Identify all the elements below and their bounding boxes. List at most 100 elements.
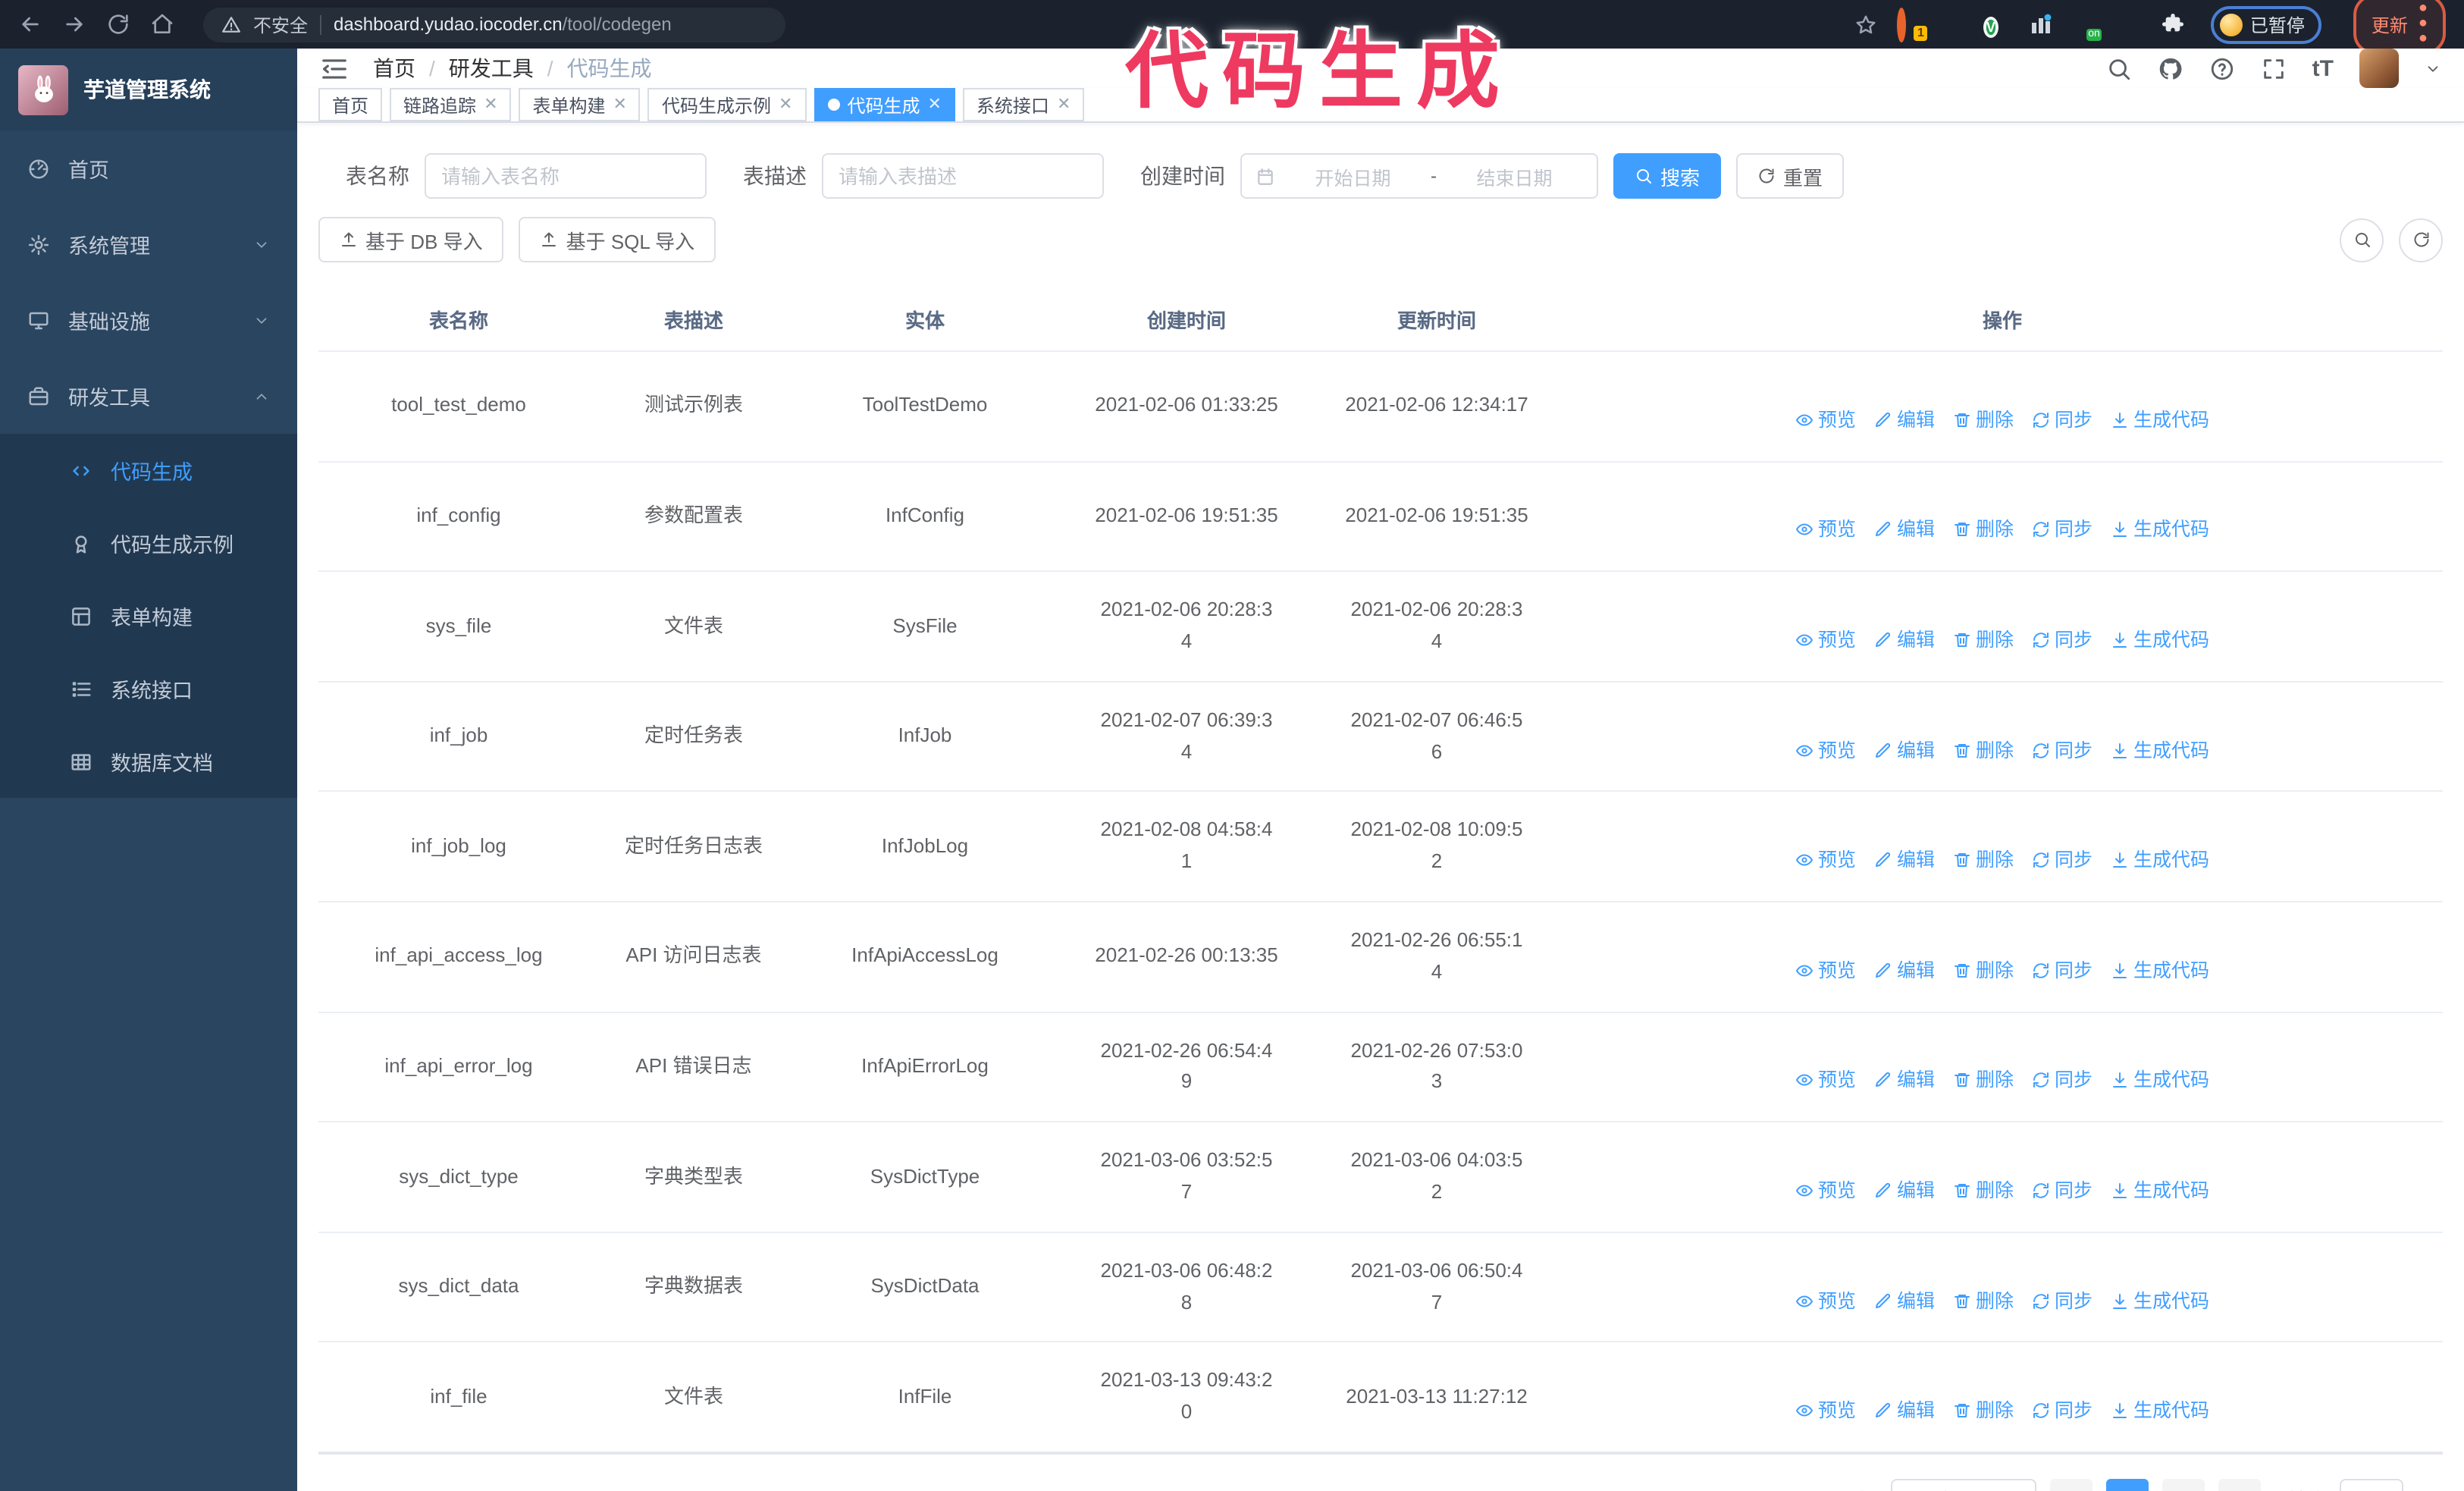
search-button[interactable]: 搜索: [1613, 153, 1722, 199]
table-name-input[interactable]: [425, 153, 707, 199]
generate-code-link[interactable]: 生成代码: [2111, 515, 2209, 545]
edit-link[interactable]: 编辑: [1874, 1285, 1935, 1316]
goto-page-input[interactable]: [2339, 1478, 2403, 1491]
sidebar-collapse-icon[interactable]: [320, 54, 349, 83]
extension-stats-icon[interactable]: [2029, 12, 2053, 36]
extension-green-icon[interactable]: [2117, 12, 2141, 36]
reload-icon[interactable]: [106, 12, 130, 36]
delete-link[interactable]: 删除: [1953, 515, 2014, 545]
delete-link[interactable]: 删除: [1953, 735, 2014, 765]
delete-link[interactable]: 删除: [1953, 625, 2014, 655]
sync-link[interactable]: 同步: [2032, 515, 2093, 545]
sync-link[interactable]: 同步: [2032, 735, 2093, 765]
edit-link[interactable]: 编辑: [1874, 405, 1935, 435]
generate-code-link[interactable]: 生成代码: [2111, 1395, 2209, 1426]
profile-paused-pill[interactable]: 已暂停: [2210, 5, 2321, 43]
extension-gem-icon[interactable]: [1941, 12, 1965, 36]
close-icon[interactable]: ✕: [484, 96, 497, 113]
sidebar-item-db-doc[interactable]: 数据库文档: [0, 725, 297, 798]
table-desc-input[interactable]: [822, 153, 1104, 199]
close-icon[interactable]: ✕: [1057, 96, 1071, 113]
sync-link[interactable]: 同步: [2032, 1066, 2093, 1096]
edit-link[interactable]: 编辑: [1874, 735, 1935, 765]
preview-link[interactable]: 预览: [1795, 735, 1856, 765]
edit-link[interactable]: 编辑: [1874, 845, 1935, 875]
sync-link[interactable]: 同步: [2032, 1285, 2093, 1316]
github-icon[interactable]: [2158, 55, 2183, 81]
preview-link[interactable]: 预览: [1795, 956, 1856, 986]
delete-link[interactable]: 删除: [1953, 1066, 2014, 1096]
delete-link[interactable]: 删除: [1953, 1285, 2014, 1316]
extension-check-icon[interactable]: V: [1985, 12, 2009, 36]
forward-icon[interactable]: [62, 12, 86, 36]
sidebar-item-system-api[interactable]: 系统接口: [0, 652, 297, 725]
preview-link[interactable]: 预览: [1795, 1176, 1856, 1206]
preview-link[interactable]: 预览: [1795, 1066, 1856, 1096]
sync-link[interactable]: 同步: [2032, 405, 2093, 435]
user-avatar[interactable]: [2359, 49, 2399, 88]
reset-button[interactable]: 重置: [1736, 153, 1845, 199]
sidebar-item-form-builder[interactable]: 表单构建: [0, 579, 297, 652]
tab-home[interactable]: 首页: [318, 88, 383, 121]
preview-link[interactable]: 预览: [1795, 625, 1856, 655]
generate-code-link[interactable]: 生成代码: [2111, 1066, 2209, 1096]
edit-link[interactable]: 编辑: [1874, 625, 1935, 655]
delete-link[interactable]: 删除: [1953, 1395, 2014, 1426]
bookmark-star-icon[interactable]: [1854, 13, 1877, 36]
sidebar-item-devtools[interactable]: 研发工具: [0, 358, 297, 434]
help-icon[interactable]: [2209, 55, 2235, 81]
generate-code-link[interactable]: 生成代码: [2111, 735, 2209, 765]
sync-link[interactable]: 同步: [2032, 845, 2093, 875]
sync-link[interactable]: 同步: [2032, 1176, 2093, 1206]
caret-down-icon[interactable]: [2425, 60, 2441, 77]
sidebar-item-codegen-demo[interactable]: 代码生成示例: [0, 507, 297, 579]
preview-link[interactable]: 预览: [1795, 1395, 1856, 1426]
edit-link[interactable]: 编辑: [1874, 1395, 1935, 1426]
close-icon[interactable]: ✕: [779, 96, 792, 113]
tab-codegen-demo[interactable]: 代码生成示例 ✕: [647, 88, 807, 121]
sidebar-item-system[interactable]: 系统管理: [0, 206, 297, 282]
generate-code-link[interactable]: 生成代码: [2111, 405, 2209, 435]
home-icon[interactable]: [150, 12, 174, 36]
browser-update-button[interactable]: 更新 ● ● ●: [2353, 0, 2446, 55]
generate-code-link[interactable]: 生成代码: [2111, 1176, 2209, 1206]
extension-colorful-icon[interactable]: 1: [1896, 8, 1927, 42]
delete-link[interactable]: 删除: [1953, 956, 2014, 986]
toggle-search-button[interactable]: [2340, 218, 2384, 262]
text-size-control[interactable]: tT: [2312, 55, 2334, 81]
sidebar-logo[interactable]: 芋道管理系统: [0, 49, 297, 130]
sync-link[interactable]: 同步: [2032, 956, 2093, 986]
sidebar-item-home[interactable]: 首页: [0, 130, 297, 206]
sync-link[interactable]: 同步: [2032, 1395, 2093, 1426]
edit-link[interactable]: 编辑: [1874, 956, 1935, 986]
delete-link[interactable]: 删除: [1953, 845, 2014, 875]
generate-code-link[interactable]: 生成代码: [2111, 1285, 2209, 1316]
preview-link[interactable]: 预览: [1795, 515, 1856, 545]
generate-code-link[interactable]: 生成代码: [2111, 956, 2209, 986]
sidebar-item-codegen[interactable]: 代码生成: [0, 434, 297, 507]
delete-link[interactable]: 删除: [1953, 405, 2014, 435]
address-bar[interactable]: 不安全 dashboard.yudao.iocoder.cn/tool/code…: [203, 7, 785, 42]
edit-link[interactable]: 编辑: [1874, 1176, 1935, 1206]
preview-link[interactable]: 预览: [1795, 1285, 1856, 1316]
import-sql-button[interactable]: 基于 SQL 导入: [519, 217, 716, 262]
tab-system-api[interactable]: 系统接口 ✕: [962, 88, 1085, 121]
generate-code-link[interactable]: 生成代码: [2111, 625, 2209, 655]
fullscreen-icon[interactable]: [2261, 55, 2287, 81]
close-icon[interactable]: ✕: [927, 96, 941, 113]
extensions-puzzle-icon[interactable]: [2161, 12, 2185, 36]
edit-link[interactable]: 编辑: [1874, 515, 1935, 545]
page-size-select[interactable]: 10条/页: [1890, 1478, 2036, 1491]
page-2-button[interactable]: 2: [2161, 1478, 2205, 1491]
tab-trace[interactable]: 链路追踪 ✕: [390, 88, 512, 121]
preview-link[interactable]: 预览: [1795, 405, 1856, 435]
preview-link[interactable]: 预览: [1795, 845, 1856, 875]
refresh-table-button[interactable]: [2399, 218, 2443, 262]
close-icon[interactable]: ✕: [613, 96, 627, 113]
page-1-button[interactable]: 1: [2105, 1478, 2149, 1491]
edit-link[interactable]: 编辑: [1874, 1066, 1935, 1096]
import-db-button[interactable]: 基于 DB 导入: [318, 217, 504, 262]
search-icon[interactable]: [2106, 55, 2132, 81]
back-icon[interactable]: [18, 12, 42, 36]
next-page-button[interactable]: ›: [2218, 1478, 2261, 1491]
